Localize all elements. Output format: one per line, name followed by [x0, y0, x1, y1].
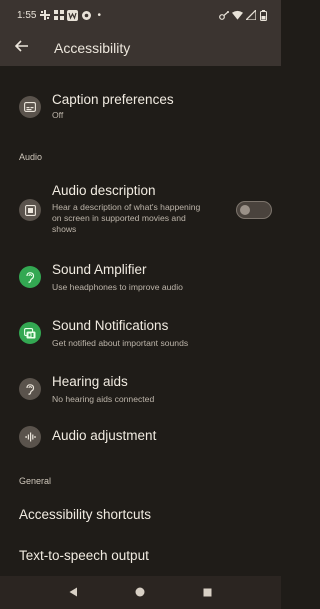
audio-description-icon	[19, 199, 41, 221]
sound-notifications-subtitle: Get notified about important sounds	[52, 338, 189, 348]
wifi-icon	[232, 10, 243, 21]
audio-description-subtitle-line3: shows	[52, 224, 77, 234]
recents-square-icon[interactable]	[203, 584, 212, 602]
hearing-aids-subtitle: No hearing aids connected	[52, 394, 155, 404]
equalizer-icon	[19, 426, 41, 448]
w-app-icon	[67, 9, 79, 21]
audio-description-subtitle-line2: on screen in supported movies and	[52, 213, 186, 223]
audio-description-subtitle-line1: Hear a description of what's happening	[52, 202, 201, 212]
gear-icon	[81, 10, 92, 21]
sound-amplifier-subtitle: Use headphones to improve audio	[52, 282, 183, 292]
audio-description-toggle[interactable]	[236, 201, 272, 219]
captions-icon	[19, 96, 41, 118]
hearing-aids-title: Hearing aids	[52, 374, 128, 389]
ear-amplifier-icon	[19, 266, 41, 288]
back-button[interactable]	[10, 36, 34, 60]
status-dot: •	[97, 9, 101, 21]
sound-amplifier-item[interactable]: Sound Amplifier Use headphones to improv…	[0, 258, 281, 298]
app-bar: Accessibility	[0, 30, 281, 66]
grid-dots-icon	[53, 10, 64, 21]
arrow-back-icon	[14, 39, 29, 57]
audio-adjustment-title: Audio adjustment	[52, 428, 157, 443]
caption-preferences-subtitle: Off	[52, 110, 64, 120]
text-to-speech-output-item[interactable]: Text-to-speech output	[19, 548, 149, 563]
battery-icon	[258, 9, 269, 21]
status-right	[219, 9, 269, 21]
vpn-key-icon	[219, 10, 230, 21]
navigation-bar	[0, 576, 281, 609]
sound-notifications-item[interactable]: Sound Notifications Get notified about i…	[0, 314, 281, 354]
section-header-general: General	[19, 476, 52, 486]
accessibility-shortcuts-item[interactable]: Accessibility shortcuts	[19, 507, 151, 522]
back-triangle-icon[interactable]	[69, 584, 78, 602]
status-time: 1:55	[17, 9, 37, 21]
toggle-knob	[240, 205, 250, 215]
sound-notifications-title: Sound Notifications	[52, 318, 169, 333]
status-left: 1:55 •	[17, 9, 101, 21]
home-circle-icon[interactable]	[135, 584, 145, 602]
audio-adjustment-item[interactable]: Audio adjustment	[0, 424, 281, 450]
caption-preferences-title: Caption preferences	[52, 92, 174, 107]
sound-amplifier-title: Sound Amplifier	[52, 262, 147, 277]
caption-preferences-item[interactable]: Caption preferences Off	[0, 88, 281, 128]
audio-description-item[interactable]: Audio description Hear a description of …	[0, 180, 281, 240]
signal-icon	[245, 10, 256, 21]
grid-icon	[39, 10, 50, 21]
page-title: Accessibility	[54, 40, 131, 56]
sound-notification-icon	[19, 322, 41, 344]
audio-description-title: Audio description	[52, 183, 156, 198]
hearing-aids-item[interactable]: Hearing aids No hearing aids connected	[0, 370, 281, 410]
section-header-audio: Audio	[19, 152, 43, 162]
status-bar: 1:55 •	[0, 0, 281, 30]
hearing-icon	[19, 378, 41, 400]
